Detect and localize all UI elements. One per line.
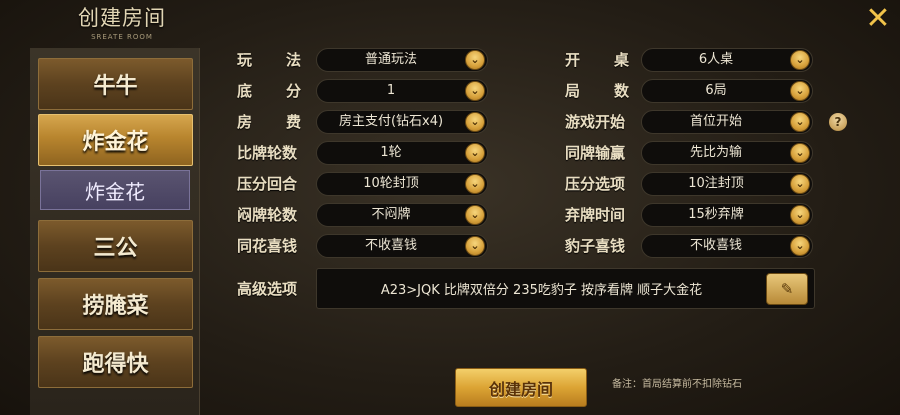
create-room-dialog: 创建房间 SREATE ROOM ✕ 牛牛 炸金花 炸金花 三公 捞腌菜 跑得快… — [0, 0, 900, 415]
label-wanfa: 玩法 — [237, 51, 301, 69]
select-value: 15秒弃牌 — [688, 207, 744, 222]
label-youxikaishi: 游戏开始 — [565, 113, 626, 131]
game-sidebar: 牛牛 炸金花 炸金花 三公 捞腌菜 跑得快 — [30, 48, 200, 415]
dialog-header: 创建房间 SREATE ROOM — [52, 4, 192, 46]
select-yafenxuanxiang[interactable]: 10注封顶 ⌄ — [641, 172, 813, 196]
label-jushu: 局数 — [565, 82, 629, 100]
label-advanced: 高级选项 — [237, 280, 298, 298]
label-fangfei: 房费 — [237, 113, 301, 131]
sidebar-item-zhajinhua[interactable]: 炸金花 — [38, 114, 193, 166]
select-jushu[interactable]: 6局 ⌄ — [641, 79, 813, 103]
select-fangfei[interactable]: 房主支付(钻石x4) ⌄ — [316, 110, 488, 134]
edit-icon[interactable]: ✎ — [766, 272, 808, 305]
select-value: 10轮封顶 — [363, 176, 419, 191]
chevron-down-icon: ⌄ — [465, 174, 485, 194]
select-value: 1轮 — [380, 145, 402, 160]
select-bipailunshu[interactable]: 1轮 ⌄ — [316, 141, 488, 165]
select-value: 6人桌 — [698, 52, 734, 67]
select-value: 1 — [386, 83, 396, 98]
chevron-down-icon: ⌄ — [465, 143, 485, 163]
sidebar-item-laoyancai[interactable]: 捞腌菜 — [38, 278, 193, 330]
chevron-down-icon: ⌄ — [465, 81, 485, 101]
select-menpailunshu[interactable]: 不闷牌 ⌄ — [316, 203, 488, 227]
select-value: 先比为输 — [689, 145, 742, 160]
sidebar-subitem-zhajinhua[interactable]: 炸金花 — [40, 170, 190, 210]
label-tongpaishuying: 同牌输赢 — [565, 144, 626, 162]
advanced-options-value: A23>JQK 比牌双倍分 235吃豹子 按序看牌 顺子大金花 — [380, 283, 703, 298]
select-value: 普通玩法 — [364, 52, 417, 67]
chevron-down-icon: ⌄ — [790, 236, 810, 256]
sidebar-item-paodekuai[interactable]: 跑得快 — [38, 336, 193, 388]
select-youxikaishi[interactable]: 首位开始 ⌄ — [641, 110, 813, 134]
select-yafenhuihe[interactable]: 10轮封顶 ⌄ — [316, 172, 488, 196]
label-yafenhuihe: 压分回合 — [237, 175, 298, 193]
chevron-down-icon: ⌄ — [790, 81, 810, 101]
chevron-down-icon: ⌄ — [790, 205, 810, 225]
footer-note: 备注：首局结算前不扣除钻石 — [612, 379, 742, 390]
select-value: 不收喜钱 — [689, 238, 742, 253]
label-kaizhuo: 开桌 — [565, 51, 629, 69]
label-menpailunshu: 闷牌轮数 — [237, 206, 298, 224]
select-value: 房主支付(钻石x4) — [338, 114, 444, 129]
label-qipaishijian: 弃牌时间 — [565, 206, 626, 224]
label-baozixiqian: 豹子喜钱 — [565, 237, 626, 255]
select-qipaishijian[interactable]: 15秒弃牌 ⌄ — [641, 203, 813, 227]
chevron-down-icon: ⌄ — [465, 112, 485, 132]
label-yafenxuanxiang: 压分选项 — [565, 175, 626, 193]
select-value: 10注封顶 — [688, 176, 744, 191]
sidebar-item-niuniu[interactable]: 牛牛 — [38, 58, 193, 110]
select-value: 6局 — [705, 83, 727, 98]
select-baozixiqian[interactable]: 不收喜钱 ⌄ — [641, 234, 813, 258]
label-bipailunshu: 比牌轮数 — [237, 144, 298, 162]
close-icon[interactable]: ✕ — [862, 4, 894, 36]
select-value: 不闷牌 — [371, 207, 411, 222]
chevron-down-icon: ⌄ — [790, 50, 810, 70]
select-tongpaishuying[interactable]: 先比为输 ⌄ — [641, 141, 813, 165]
label-difen: 底分 — [237, 82, 301, 100]
chevron-down-icon: ⌄ — [465, 205, 485, 225]
chevron-down-icon: ⌄ — [790, 174, 810, 194]
dialog-title: 创建房间 — [78, 6, 166, 30]
dialog-subtitle: SREATE ROOM — [91, 33, 153, 41]
label-tonghuaxiqian: 同花喜钱 — [237, 237, 298, 255]
select-tonghuaxiqian[interactable]: 不收喜钱 ⌄ — [316, 234, 488, 258]
select-kaizhuo[interactable]: 6人桌 ⌄ — [641, 48, 813, 72]
select-difen[interactable]: 1 ⌄ — [316, 79, 488, 103]
select-value: 不收喜钱 — [364, 238, 417, 253]
select-value: 首位开始 — [689, 114, 742, 129]
advanced-options-field[interactable]: A23>JQK 比牌双倍分 235吃豹子 按序看牌 顺子大金花 ✎ — [316, 268, 815, 309]
chevron-down-icon: ⌄ — [465, 236, 485, 256]
sidebar-item-sangong[interactable]: 三公 — [38, 220, 193, 272]
chevron-down-icon: ⌄ — [465, 50, 485, 70]
chevron-down-icon: ⌄ — [790, 143, 810, 163]
help-icon[interactable]: ? — [829, 113, 847, 131]
create-room-button[interactable]: 创建房间 — [455, 368, 587, 407]
select-wanfa[interactable]: 普通玩法 ⌄ — [316, 48, 488, 72]
chevron-down-icon: ⌄ — [790, 112, 810, 132]
